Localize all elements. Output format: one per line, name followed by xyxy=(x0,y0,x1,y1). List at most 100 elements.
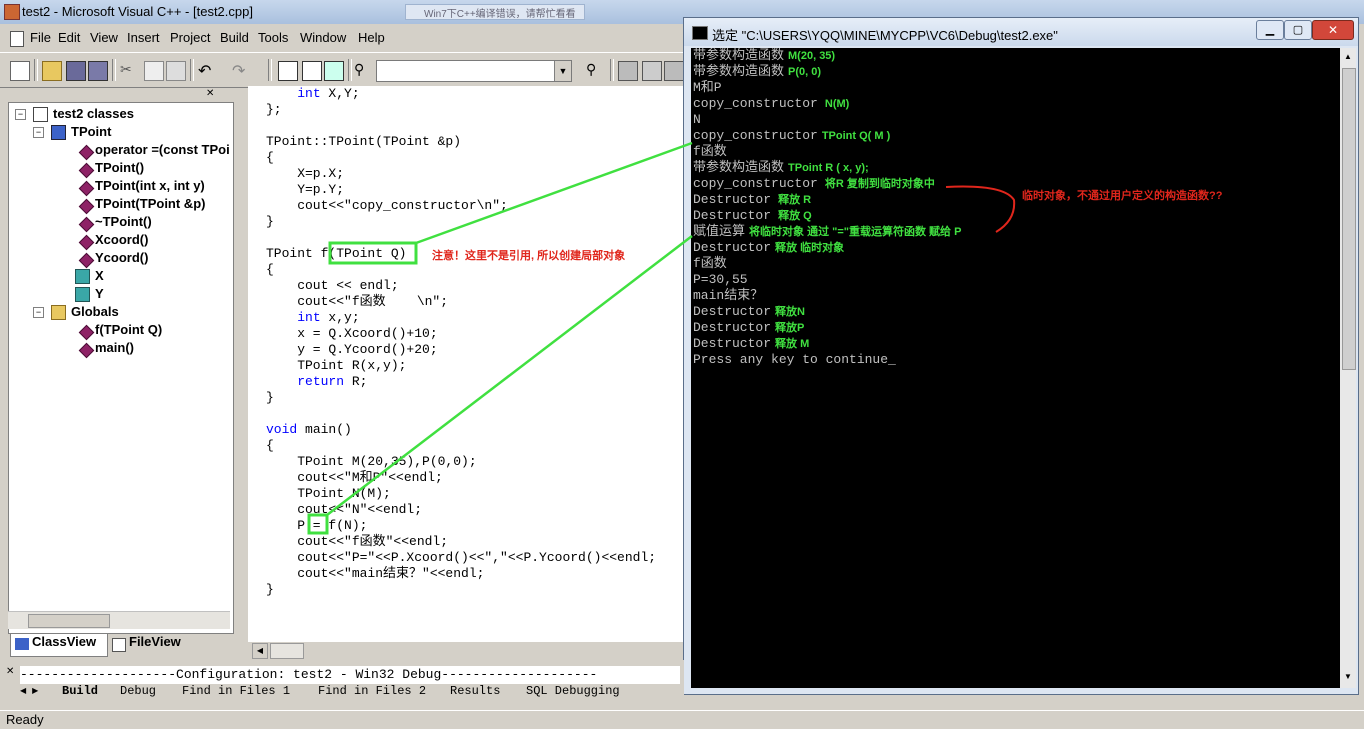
code-line[interactable]: TPoint N(M); xyxy=(266,486,391,502)
code-line[interactable]: int x,y; xyxy=(266,310,359,326)
menu-build[interactable]: Build xyxy=(220,30,249,45)
code-line[interactable]: Y=p.Y; xyxy=(266,182,344,198)
code-line[interactable]: int X,Y; xyxy=(266,86,359,102)
scroll-up-icon[interactable]: ▲ xyxy=(1341,50,1355,64)
code-line[interactable]: TPoint::TPoint(TPoint &p) xyxy=(266,134,461,150)
new-file-icon[interactable] xyxy=(10,61,30,81)
chevron-down-icon[interactable]: ▼ xyxy=(554,61,571,81)
tab-fileview[interactable]: FileView xyxy=(108,634,190,656)
code-line[interactable]: cout<<"copy_constructor\n"; xyxy=(266,198,508,214)
find-in-files-icon[interactable]: ⚲ xyxy=(354,61,372,79)
code-line[interactable]: cout << endl; xyxy=(266,278,398,294)
minimize-icon[interactable]: ▁ xyxy=(1256,20,1284,40)
tab-classview[interactable]: ClassView xyxy=(10,634,108,657)
tab-build[interactable]: Build xyxy=(62,684,98,698)
code-line[interactable]: cout<<"M和P"<<endl; xyxy=(266,470,443,486)
code-line[interactable]: X=p.X; xyxy=(266,166,344,182)
tree-global[interactable]: f(TPoint Q) xyxy=(95,321,162,339)
code-line[interactable]: void main() xyxy=(266,422,352,438)
build-icon[interactable] xyxy=(642,61,662,81)
tab-find-in-files-2[interactable]: Find in Files 2 xyxy=(318,684,426,698)
paste-icon[interactable] xyxy=(166,61,186,81)
tree-member[interactable]: ~TPoint() xyxy=(95,213,152,231)
stop-build-icon[interactable] xyxy=(664,61,684,81)
menu-edit[interactable]: Edit xyxy=(58,30,80,45)
tab-find-in-files-1[interactable]: Find in Files 1 xyxy=(182,684,290,698)
find-icon[interactable]: ⚲ xyxy=(586,61,604,79)
undo-icon[interactable]: ↶ xyxy=(198,61,216,80)
menu-window[interactable]: Window xyxy=(300,30,346,45)
code-line[interactable]: { xyxy=(266,262,274,278)
scroll-thumb[interactable] xyxy=(1342,68,1356,370)
save-all-icon[interactable] xyxy=(88,61,108,81)
cut-icon[interactable]: ✂ xyxy=(120,61,138,79)
tree-member[interactable]: TPoint(TPoint &p) xyxy=(95,195,205,213)
maximize-icon[interactable]: ▢ xyxy=(1284,20,1312,40)
tab-debug[interactable]: Debug xyxy=(120,684,156,698)
compile-icon[interactable] xyxy=(618,61,638,81)
code-line[interactable]: { xyxy=(266,150,274,166)
menu-view[interactable]: View xyxy=(90,30,118,45)
folder-icon xyxy=(51,305,66,320)
copy-icon[interactable] xyxy=(144,61,164,81)
tree-member[interactable]: Xcoord() xyxy=(95,231,148,249)
tree-global[interactable]: main() xyxy=(95,339,134,357)
menu-tools[interactable]: Tools xyxy=(258,30,288,45)
code-line[interactable]: P = f(N); xyxy=(266,518,367,534)
tree-class[interactable]: TPoint xyxy=(71,123,111,141)
scroll-thumb[interactable] xyxy=(28,614,110,628)
tab-results[interactable]: Results xyxy=(450,684,500,698)
workspace-icon[interactable] xyxy=(278,61,298,81)
tree-field[interactable]: X xyxy=(95,267,104,285)
menu-help[interactable]: Help xyxy=(358,30,385,45)
scroll-down-icon[interactable]: ▼ xyxy=(1341,670,1355,684)
menu-file[interactable]: File xyxy=(30,30,51,45)
code-line[interactable]: y = Q.Ycoord()+20; xyxy=(266,342,437,358)
close-icon[interactable]: ✕ xyxy=(1312,20,1354,40)
tree-field[interactable]: Y xyxy=(95,285,104,303)
close-icon[interactable]: ✕ xyxy=(206,88,214,99)
tab-sql-debugging[interactable]: SQL Debugging xyxy=(526,684,620,698)
code-line[interactable]: TPoint R(x,y); xyxy=(266,358,406,374)
code-line[interactable]: }; xyxy=(266,102,282,118)
save-icon[interactable] xyxy=(66,61,86,81)
tree-member[interactable]: operator =(const TPoi xyxy=(95,141,230,159)
tree-member[interactable]: TPoint() xyxy=(95,159,144,177)
code-line[interactable]: cout<<"P="<<P.Xcoord()<<","<<P.Ycoord()<… xyxy=(266,550,656,566)
code-line[interactable]: TPoint f(TPoint Q) xyxy=(266,246,406,262)
console-scrollbar[interactable]: ▲ ▼ xyxy=(1340,48,1356,688)
tree-member[interactable]: Ycoord() xyxy=(95,249,148,267)
code-line[interactable]: cout<<"f函数 \n"; xyxy=(266,294,448,310)
close-icon[interactable]: ✕ xyxy=(6,666,14,677)
tab-scroll-arrows[interactable]: ◀▶ xyxy=(20,686,54,700)
collapse-icon[interactable]: − xyxy=(15,109,26,120)
tree-member[interactable]: TPoint(int x, int y) xyxy=(95,177,205,195)
code-line[interactable]: return R; xyxy=(266,374,367,390)
scroll-thumb[interactable] xyxy=(270,643,304,659)
window-list-icon[interactable] xyxy=(324,61,344,81)
redo-icon[interactable]: ↷ xyxy=(232,61,250,80)
console-line: main结束？ xyxy=(693,288,763,304)
code-line[interactable]: x = Q.Xcoord()+10; xyxy=(266,326,437,342)
collapse-icon[interactable]: − xyxy=(33,127,44,138)
menu-project[interactable]: Project xyxy=(170,30,210,45)
code-line[interactable]: cout<<"f函数"<<endl; xyxy=(266,534,448,550)
menu-insert[interactable]: Insert xyxy=(127,30,160,45)
tree-root[interactable]: test2 classes xyxy=(53,105,134,123)
scroll-left-icon[interactable]: ◀ xyxy=(252,643,268,659)
open-folder-icon[interactable] xyxy=(42,61,62,81)
code-line[interactable]: { xyxy=(266,438,274,454)
code-line[interactable]: } xyxy=(266,390,274,406)
code-editor[interactable]: int X,Y;}; TPoint::TPoint(TPoint &p){ X=p… xyxy=(248,86,684,641)
editor-scrollbar[interactable]: ◀ xyxy=(248,641,684,659)
code-line[interactable]: } xyxy=(266,214,274,230)
tree-scrollbar[interactable] xyxy=(8,611,230,629)
output-window-icon[interactable] xyxy=(302,61,322,81)
code-line[interactable]: cout<<"main结束？"<<endl; xyxy=(266,566,484,582)
find-combo[interactable]: ▼ xyxy=(376,60,572,82)
code-line[interactable]: } xyxy=(266,582,274,598)
collapse-icon[interactable]: − xyxy=(33,307,44,318)
code-line[interactable]: TPoint M(20,35),P(0,0); xyxy=(266,454,476,470)
code-line[interactable]: cout<<"N"<<endl; xyxy=(266,502,422,518)
tree-globals[interactable]: Globals xyxy=(71,303,119,321)
